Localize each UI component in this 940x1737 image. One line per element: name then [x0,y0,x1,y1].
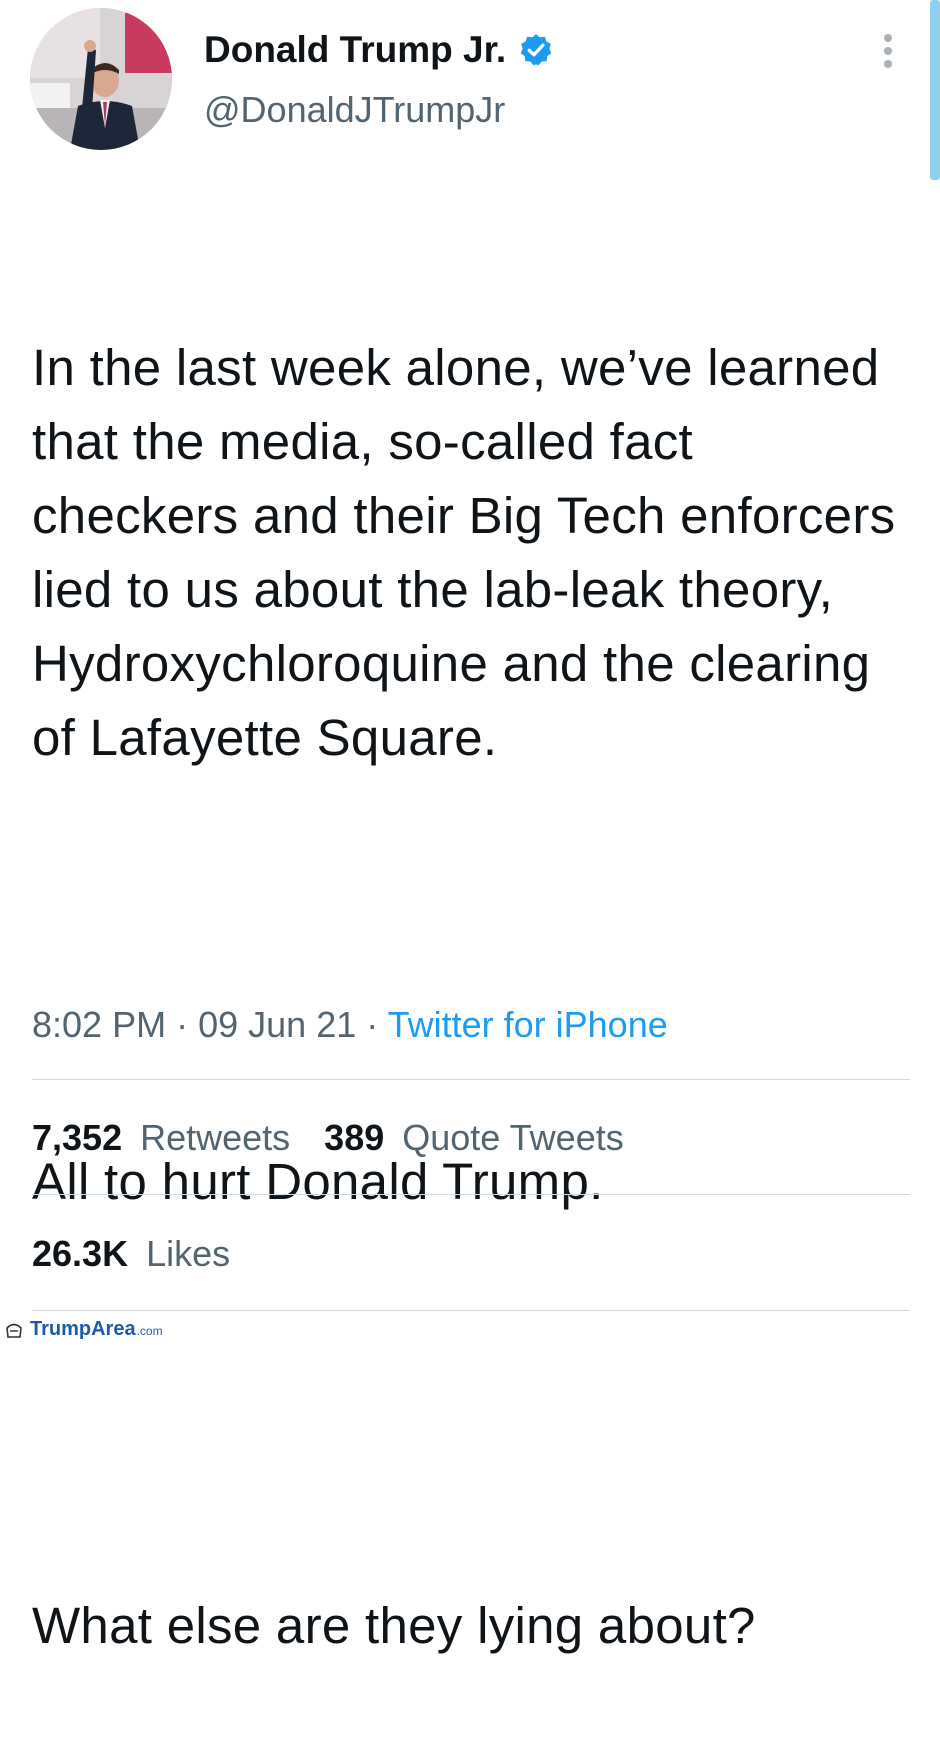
verified-badge-icon [518,32,554,68]
retweets-label: Retweets [140,1117,291,1158]
watermark-logo-icon [6,1323,22,1338]
meta-separator: · [176,1004,189,1045]
watermark-tld: .com [136,1324,163,1338]
likes-row: 26.3K Likes [32,1232,264,1276]
watermark-text: TrumpArea [30,1318,136,1340]
tweet-date[interactable]: 09 Jun 21 [198,1004,356,1045]
likes-label: Likes [146,1233,231,1274]
tweet-paragraph: In the last week alone, we’ve learned th… [32,339,910,766]
profile-photo [30,8,172,150]
likes-stat[interactable]: 26.3K Likes [32,1232,230,1276]
retweets-count: 7,352 [32,1117,123,1158]
author-display-name[interactable]: Donald Trump Jr. [204,28,506,72]
divider [32,1194,910,1195]
tweet-time[interactable]: 8:02 PM [32,1004,166,1045]
author-handle[interactable]: @DonaldJTrumpJr [204,88,505,132]
author-name[interactable]: Donald Trump Jr. [204,28,554,72]
tweet-source-link[interactable]: Twitter for iPhone [388,1004,668,1045]
quote-tweets-count: 389 [324,1117,385,1158]
retweets-stat[interactable]: 7,352 Retweets [32,1116,290,1160]
watermark: TrumpArea .com [4,1318,163,1340]
meta-separator: · [366,1004,379,1045]
divider [32,1310,910,1311]
likes-count: 26.3K [32,1233,129,1274]
avatar[interactable] [30,8,172,150]
engagement-stats: 7,352 Retweets 389 Quote Tweets [32,1116,658,1160]
tweet-meta: 8:02 PM · 09 Jun 21 · Twitter for iPhone [32,1003,668,1047]
tweet-text: In the last week alone, we’ve learned th… [32,183,912,1737]
quote-tweets-stat[interactable]: 389 Quote Tweets [324,1116,624,1160]
divider [32,1079,910,1080]
more-options-icon[interactable] [874,30,902,72]
quote-tweets-label: Quote Tweets [402,1117,624,1158]
scrollbar[interactable] [930,0,940,180]
tweet-paragraph: What else are they lying about? [32,1597,756,1654]
